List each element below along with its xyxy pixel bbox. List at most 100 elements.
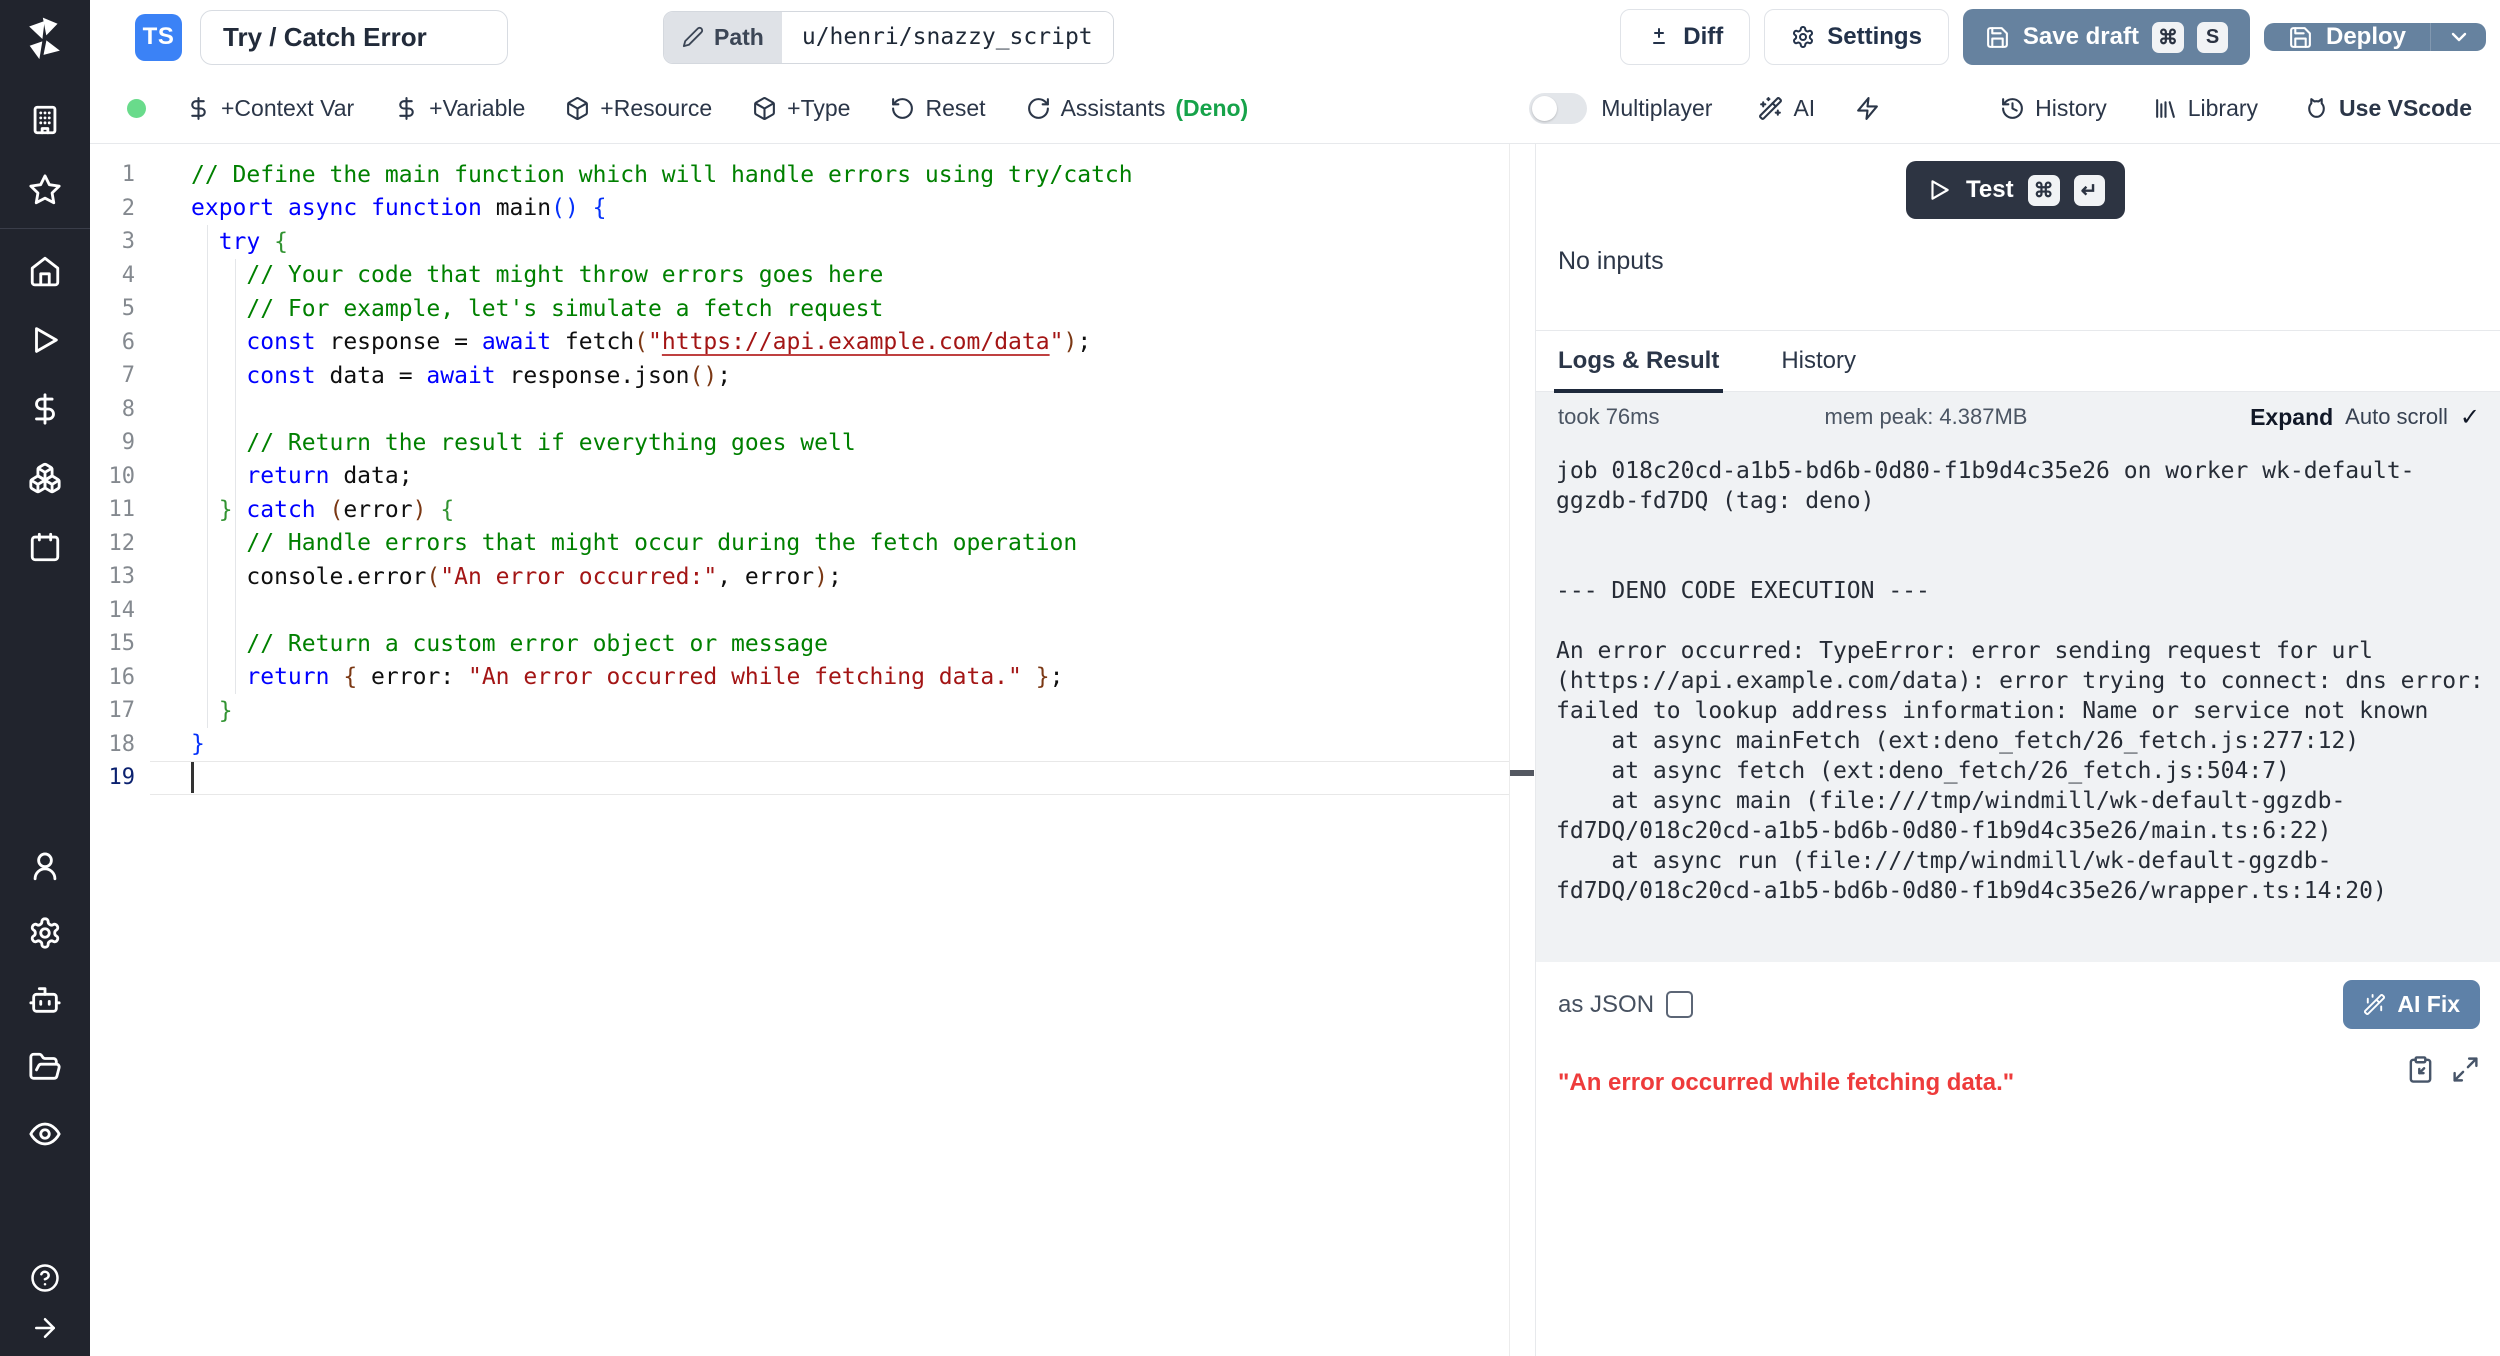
code-line[interactable]: 5 // For example, let's simulate a fetch…	[90, 292, 1509, 326]
save-draft-button[interactable]: Save draft ⌘ S	[1963, 9, 2250, 65]
line-number: 2	[90, 196, 150, 221]
path-value[interactable]: u/henri/snazzy_script	[782, 12, 1113, 63]
sidebar-divider	[0, 228, 90, 229]
runs-play-icon[interactable]	[0, 312, 90, 368]
clipboard-copy-icon	[2406, 1055, 2435, 1084]
fullscreen-result-button[interactable]	[2451, 1055, 2480, 1089]
variables-dollar-icon[interactable]	[0, 381, 90, 437]
multiplayer-toggle[interactable]	[1529, 93, 1587, 124]
workers-robot-icon[interactable]	[0, 972, 90, 1028]
ai-button[interactable]: AI	[1758, 95, 1815, 122]
home-icon[interactable]	[0, 243, 90, 299]
log-text: job 018c20cd-a1b5-bd6b-0d80-f1b9d4c35e26…	[1536, 442, 2500, 906]
lightning-button[interactable]	[1855, 96, 1880, 121]
code-area[interactable]: 1// Define the main function which will …	[90, 144, 1509, 1356]
result-tabs: Logs & Result History	[1536, 330, 2500, 392]
use-vscode-button[interactable]: Use VScode	[2304, 95, 2472, 122]
code-text: // For example, let's simulate a fetch r…	[150, 296, 883, 322]
diff-icon	[1647, 25, 1671, 49]
add-type-button[interactable]: +Type	[752, 95, 850, 122]
user-icon[interactable]	[0, 838, 90, 894]
deno-lang-badge[interactable]: (Deno)	[1175, 95, 1248, 122]
path-chip[interactable]: Path u/henri/snazzy_script	[663, 11, 1114, 64]
code-line[interactable]: 9 // Return the result if everything goe…	[90, 426, 1509, 460]
line-number: 18	[90, 732, 150, 757]
code-line[interactable]: 17 }	[90, 694, 1509, 728]
code-line[interactable]: 10 return data;	[90, 460, 1509, 494]
test-button[interactable]: Test ⌘ ↵	[1906, 161, 2125, 219]
multiplayer-label: Multiplayer	[1601, 95, 1712, 122]
add-variable-button[interactable]: +Variable	[394, 95, 525, 122]
reset-button[interactable]: Reset	[890, 95, 985, 122]
context-var-label: +Context Var	[221, 95, 354, 122]
history-icon	[2000, 96, 2025, 121]
library-button[interactable]: Library	[2153, 95, 2258, 122]
diff-label: Diff	[1683, 23, 1723, 51]
assistants-button[interactable]: Assistants	[1026, 95, 1166, 122]
ai-fix-button[interactable]: AI Fix	[2343, 980, 2480, 1029]
code-editor[interactable]: 1// Define the main function which will …	[90, 144, 1535, 1356]
log-output[interactable]: job 018c20cd-a1b5-bd6b-0d80-f1b9d4c35e26…	[1536, 442, 2500, 962]
windmill-logo-icon[interactable]	[19, 12, 71, 64]
run-panel: Test ⌘ ↵ No inputs Logs & Result History…	[1535, 144, 2500, 1356]
result-error-text: "An error occurred while fetching data."	[1558, 1069, 2014, 1097]
editor-overview-ruler[interactable]	[1509, 144, 1535, 1356]
schedules-calendar-icon[interactable]	[0, 519, 90, 575]
code-text: const data = await response.json();	[150, 363, 731, 389]
code-line[interactable]: 7 const data = await response.json();	[90, 359, 1509, 393]
folders-icon[interactable]	[0, 1039, 90, 1095]
line-number: 1	[90, 162, 150, 187]
vscode-label: Use VScode	[2339, 95, 2472, 122]
settings-gear-icon[interactable]	[0, 905, 90, 961]
deploy-button[interactable]: Deploy	[2264, 23, 2430, 51]
copy-result-button[interactable]	[2406, 1055, 2435, 1089]
cat-icon	[2304, 96, 2329, 121]
add-resource-button[interactable]: +Resource	[565, 95, 712, 122]
line-number: 8	[90, 397, 150, 422]
favorites-star-icon[interactable]	[0, 162, 90, 218]
expand-logs-button[interactable]: Expand	[2250, 404, 2333, 431]
add-context-var-button[interactable]: +Context Var	[186, 95, 354, 122]
deploy-split-button: Deploy	[2264, 23, 2486, 51]
code-line[interactable]: 2export async function main() {	[90, 192, 1509, 226]
settings-button[interactable]: Settings	[1764, 9, 1949, 65]
reset-label: Reset	[925, 95, 985, 122]
workspace-building-icon[interactable]	[0, 92, 90, 148]
tab-logs-result[interactable]: Logs & Result	[1558, 331, 1719, 391]
code-line[interactable]: 8	[90, 393, 1509, 427]
type-label: +Type	[787, 95, 850, 122]
code-line[interactable]: 11 } catch (error) {	[90, 493, 1509, 527]
kbd-cmd: ⌘	[2028, 175, 2060, 206]
chevron-down-icon	[2447, 25, 2471, 49]
kbd-enter: ↵	[2074, 175, 2105, 206]
path-edit-button[interactable]: Path	[664, 12, 782, 63]
code-line[interactable]: 15 // Return a custom error object or me…	[90, 627, 1509, 661]
code-line[interactable]: 18}	[90, 728, 1509, 762]
tab-history[interactable]: History	[1781, 331, 1856, 391]
code-line[interactable]: 6 const response = await fetch("https://…	[90, 326, 1509, 360]
resources-boxes-icon[interactable]	[0, 450, 90, 506]
settings-label: Settings	[1827, 23, 1922, 51]
script-title-value: Try / Catch Error	[223, 22, 427, 53]
expand-sidebar-arrow-icon[interactable]	[0, 1306, 90, 1350]
code-line[interactable]: 13 console.error("An error occurred:", e…	[90, 560, 1509, 594]
autoscroll-toggle[interactable]: Auto scroll	[2345, 404, 2448, 430]
deploy-more-button[interactable]	[2430, 23, 2486, 51]
code-line[interactable]: 3 try {	[90, 225, 1509, 259]
path-label: Path	[714, 24, 764, 51]
code-line[interactable]: 4 // Your code that might throw errors g…	[90, 259, 1509, 293]
line-number: 13	[90, 564, 150, 589]
code-line[interactable]: 12 // Handle errors that might occur dur…	[90, 527, 1509, 561]
line-number: 14	[90, 598, 150, 623]
history-button[interactable]: History	[2000, 95, 2107, 122]
code-line[interactable]: 16 return { error: "An error occurred wh…	[90, 661, 1509, 695]
as-json-checkbox[interactable]	[1666, 991, 1693, 1018]
script-title-input[interactable]: Try / Catch Error	[200, 10, 508, 65]
code-line[interactable]: 14	[90, 594, 1509, 628]
code-line[interactable]: 19	[90, 761, 1509, 795]
audit-eye-icon[interactable]	[0, 1106, 90, 1162]
code-line[interactable]: 1// Define the main function which will …	[90, 158, 1509, 192]
help-icon[interactable]	[0, 1250, 90, 1306]
diff-button[interactable]: Diff	[1620, 9, 1750, 65]
save-draft-label: Save draft	[2023, 23, 2139, 51]
